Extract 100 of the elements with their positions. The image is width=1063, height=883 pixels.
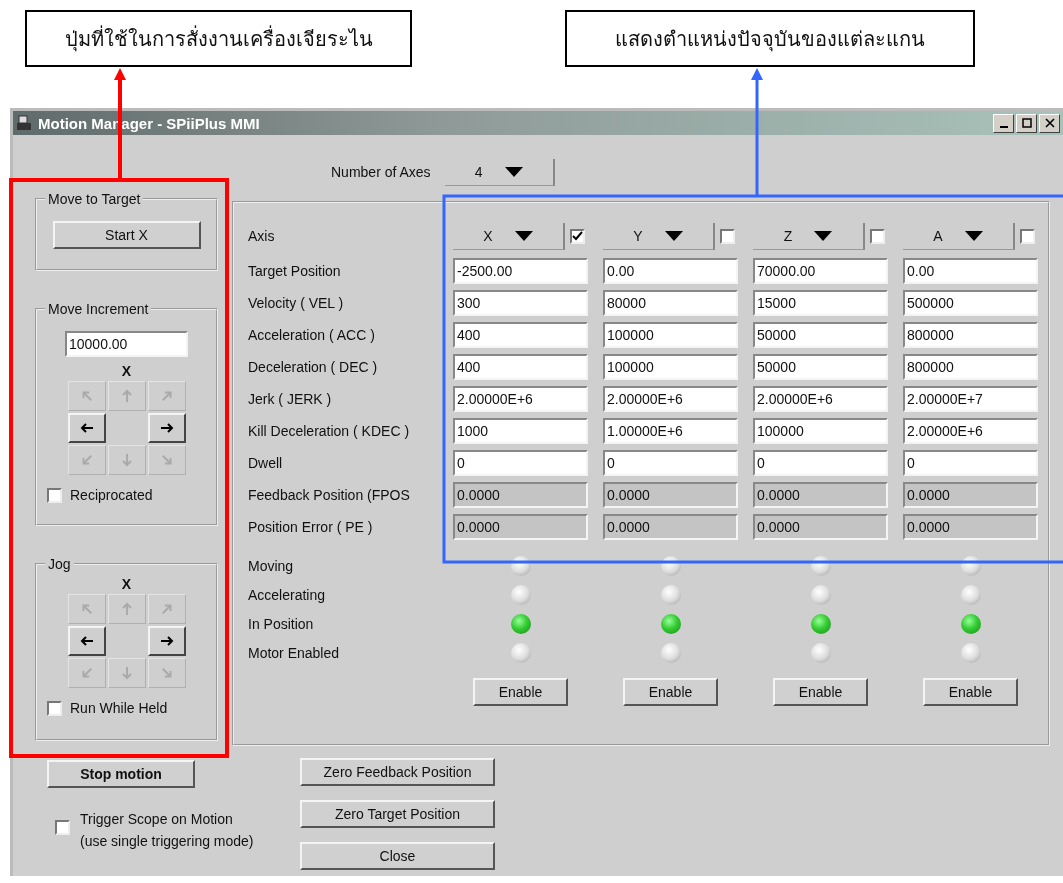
arrow-icon bbox=[159, 602, 174, 616]
input-field[interactable]: 0.00 bbox=[603, 258, 738, 284]
input-field[interactable]: 2.00000E+6 bbox=[453, 386, 588, 412]
app-icon bbox=[16, 114, 34, 132]
checkbox-label: Trigger Scope on Motion bbox=[80, 810, 234, 829]
enable-button[interactable]: Enable bbox=[773, 678, 868, 706]
direction-button[interactable] bbox=[67, 626, 106, 656]
direction-button[interactable] bbox=[67, 413, 106, 443]
indicator-label: In Position bbox=[248, 615, 314, 632]
start-button[interactable]: Start X bbox=[52, 221, 201, 249]
input-field[interactable]: 100000 bbox=[603, 322, 738, 348]
readout-field[interactable]: 0.0000 bbox=[753, 514, 888, 540]
row-label: Dwell bbox=[248, 455, 283, 471]
axis-dropdown[interactable]: Z bbox=[753, 222, 865, 250]
input-field[interactable]: 70000.00 bbox=[753, 258, 888, 284]
indicator-label: Moving bbox=[248, 557, 294, 574]
arrow-icon bbox=[159, 389, 174, 403]
arrow-icon bbox=[79, 634, 94, 648]
maximize-icon bbox=[1021, 118, 1032, 128]
caret-icon bbox=[964, 230, 983, 241]
checkbox-label: Run While Held bbox=[70, 700, 168, 716]
input-field[interactable]: 2.00000E+6 bbox=[903, 418, 1038, 444]
readout-field[interactable]: 0.0000 bbox=[753, 482, 888, 508]
checkbox[interactable] bbox=[47, 700, 62, 716]
axis-dropdown[interactable]: A bbox=[903, 222, 1015, 250]
input-field[interactable]: 80000 bbox=[603, 290, 738, 316]
callout-label: แสดงตำแหน่งปัจจุบันของแต่ละแกน bbox=[565, 10, 975, 67]
readout-field[interactable]: 0.0000 bbox=[603, 514, 738, 540]
input-field[interactable]: 50000 bbox=[753, 354, 888, 380]
stop-motion-button[interactable]: Stop motion bbox=[47, 760, 195, 788]
row-label: Axis bbox=[248, 228, 275, 244]
enable-button[interactable]: Enable bbox=[473, 678, 568, 706]
input-field[interactable]: 0 bbox=[903, 450, 1038, 476]
axis-label: X bbox=[121, 363, 132, 379]
readout-field[interactable]: 0.0000 bbox=[903, 482, 1038, 508]
minimize-button[interactable] bbox=[993, 113, 1014, 133]
caret-icon bbox=[814, 230, 833, 241]
input-field[interactable]: 800000 bbox=[903, 354, 1038, 380]
close-button[interactable] bbox=[1039, 113, 1060, 133]
input-field[interactable]: 2.00000E+6 bbox=[753, 386, 888, 412]
input-field[interactable]: 400 bbox=[453, 322, 588, 348]
action-button[interactable]: Close bbox=[300, 842, 495, 870]
input-field[interactable]: 10000.00 bbox=[65, 331, 188, 357]
arrow-icon bbox=[159, 666, 174, 680]
row-label: Target Position bbox=[248, 263, 341, 279]
direction-button[interactable] bbox=[147, 413, 186, 443]
axis-label: X bbox=[121, 576, 132, 592]
input-field[interactable]: 2.00000E+6 bbox=[603, 386, 738, 412]
close-icon bbox=[1044, 118, 1055, 128]
arrow-icon bbox=[79, 389, 94, 403]
arrow-icon bbox=[159, 634, 174, 648]
input-field[interactable]: 400 bbox=[453, 354, 588, 380]
group-title: Move Increment bbox=[47, 301, 150, 317]
axis-dropdown[interactable]: Y bbox=[603, 222, 715, 250]
enable-button[interactable]: Enable bbox=[623, 678, 718, 706]
action-button[interactable]: Zero Feedback Position bbox=[300, 758, 495, 786]
checkbox[interactable] bbox=[870, 228, 885, 244]
arrow-icon bbox=[119, 666, 134, 680]
readout-field[interactable]: 0.0000 bbox=[453, 482, 588, 508]
input-field[interactable]: 0 bbox=[453, 450, 588, 476]
direction-button[interactable] bbox=[147, 626, 186, 656]
indicator-label: Motor Enabled bbox=[248, 644, 340, 661]
row-label: Acceleration ( ACC ) bbox=[248, 327, 375, 343]
readout-field[interactable]: 0.0000 bbox=[453, 514, 588, 540]
input-field[interactable]: 100000 bbox=[753, 418, 888, 444]
caret-icon bbox=[504, 166, 523, 177]
minimize-icon bbox=[999, 126, 1008, 128]
action-button[interactable]: Zero Target Position bbox=[300, 800, 495, 828]
checkbox[interactable] bbox=[47, 487, 62, 503]
axis-dropdown[interactable]: X bbox=[453, 222, 565, 250]
input-field[interactable]: 800000 bbox=[903, 322, 1038, 348]
input-field[interactable]: 300 bbox=[453, 290, 588, 316]
maximize-button[interactable] bbox=[1016, 113, 1037, 133]
checkbox[interactable] bbox=[720, 228, 735, 244]
row-label: Velocity ( VEL ) bbox=[248, 295, 344, 311]
indicator-label: Accelerating bbox=[248, 586, 326, 603]
readout-field[interactable]: 0.0000 bbox=[603, 482, 738, 508]
input-field[interactable]: 0.00 bbox=[903, 258, 1038, 284]
row-label: Feedback Position (FPOS bbox=[248, 487, 410, 503]
input-field[interactable]: 1.00000E+6 bbox=[603, 418, 738, 444]
input-field[interactable]: 2.00000E+7 bbox=[903, 386, 1038, 412]
arrow-icon bbox=[79, 666, 94, 680]
readout-field[interactable]: 0.0000 bbox=[903, 514, 1038, 540]
row-label: Position Error ( PE ) bbox=[248, 519, 373, 535]
input-field[interactable]: 0 bbox=[603, 450, 738, 476]
axes-count-dropdown[interactable]: 4 bbox=[444, 158, 555, 186]
input-field[interactable]: 15000 bbox=[753, 290, 888, 316]
enable-button[interactable]: Enable bbox=[923, 678, 1018, 706]
input-field[interactable]: 100000 bbox=[603, 354, 738, 380]
checkbox[interactable] bbox=[55, 820, 70, 835]
arrow-icon bbox=[159, 453, 174, 467]
arrow-icon bbox=[79, 421, 94, 435]
checkbox[interactable] bbox=[570, 228, 585, 244]
row-label: Deceleration ( DEC ) bbox=[248, 359, 378, 375]
input-field[interactable]: -2500.00 bbox=[453, 258, 588, 284]
input-field[interactable]: 1000 bbox=[453, 418, 588, 444]
checkbox[interactable] bbox=[1020, 228, 1035, 244]
input-field[interactable]: 0 bbox=[753, 450, 888, 476]
input-field[interactable]: 500000 bbox=[903, 290, 1038, 316]
input-field[interactable]: 50000 bbox=[753, 322, 888, 348]
